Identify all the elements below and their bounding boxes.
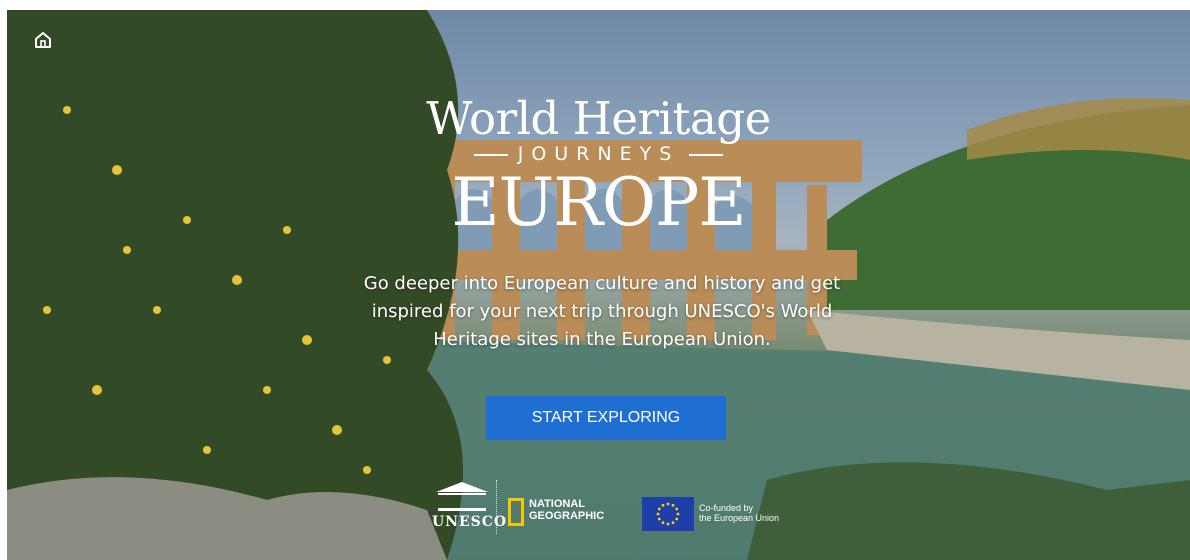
natgeo-line-1: NATIONAL [529,498,586,510]
logo-europe: EUROPE [451,164,746,241]
unesco-temple-icon [436,482,488,511]
start-exploring-button[interactable]: START EXPLORING [486,396,726,440]
home-button[interactable] [33,30,53,50]
logo-journeys-text: JOURNEYS [517,143,680,165]
national-geographic-logo-text: NATIONAL GEOGRAPHIC [529,498,619,522]
eu-funding-text: Co-funded by the European Union [699,503,819,523]
natgeo-line-2: GEOGRAPHIC [529,510,605,522]
eu-line-2: the European Union [699,513,780,523]
hero-frame: World Heritage JOURNEYS EUROPE Go deeper… [7,10,1190,560]
logo-world-heritage: World Heritage [426,92,771,145]
logo-rule-left [473,153,508,156]
eu-line-1: Co-funded by [699,503,754,513]
national-geographic-frame-icon [508,498,524,526]
logo-rule-right [689,153,724,156]
home-icon [35,32,51,48]
hero-description: Go deeper into European culture and hist… [363,273,841,350]
logo-journeys: JOURNEYS [7,143,1190,165]
partner-separator [496,480,498,534]
eu-stars-icon [656,502,680,526]
eu-flag-icon [642,497,694,531]
